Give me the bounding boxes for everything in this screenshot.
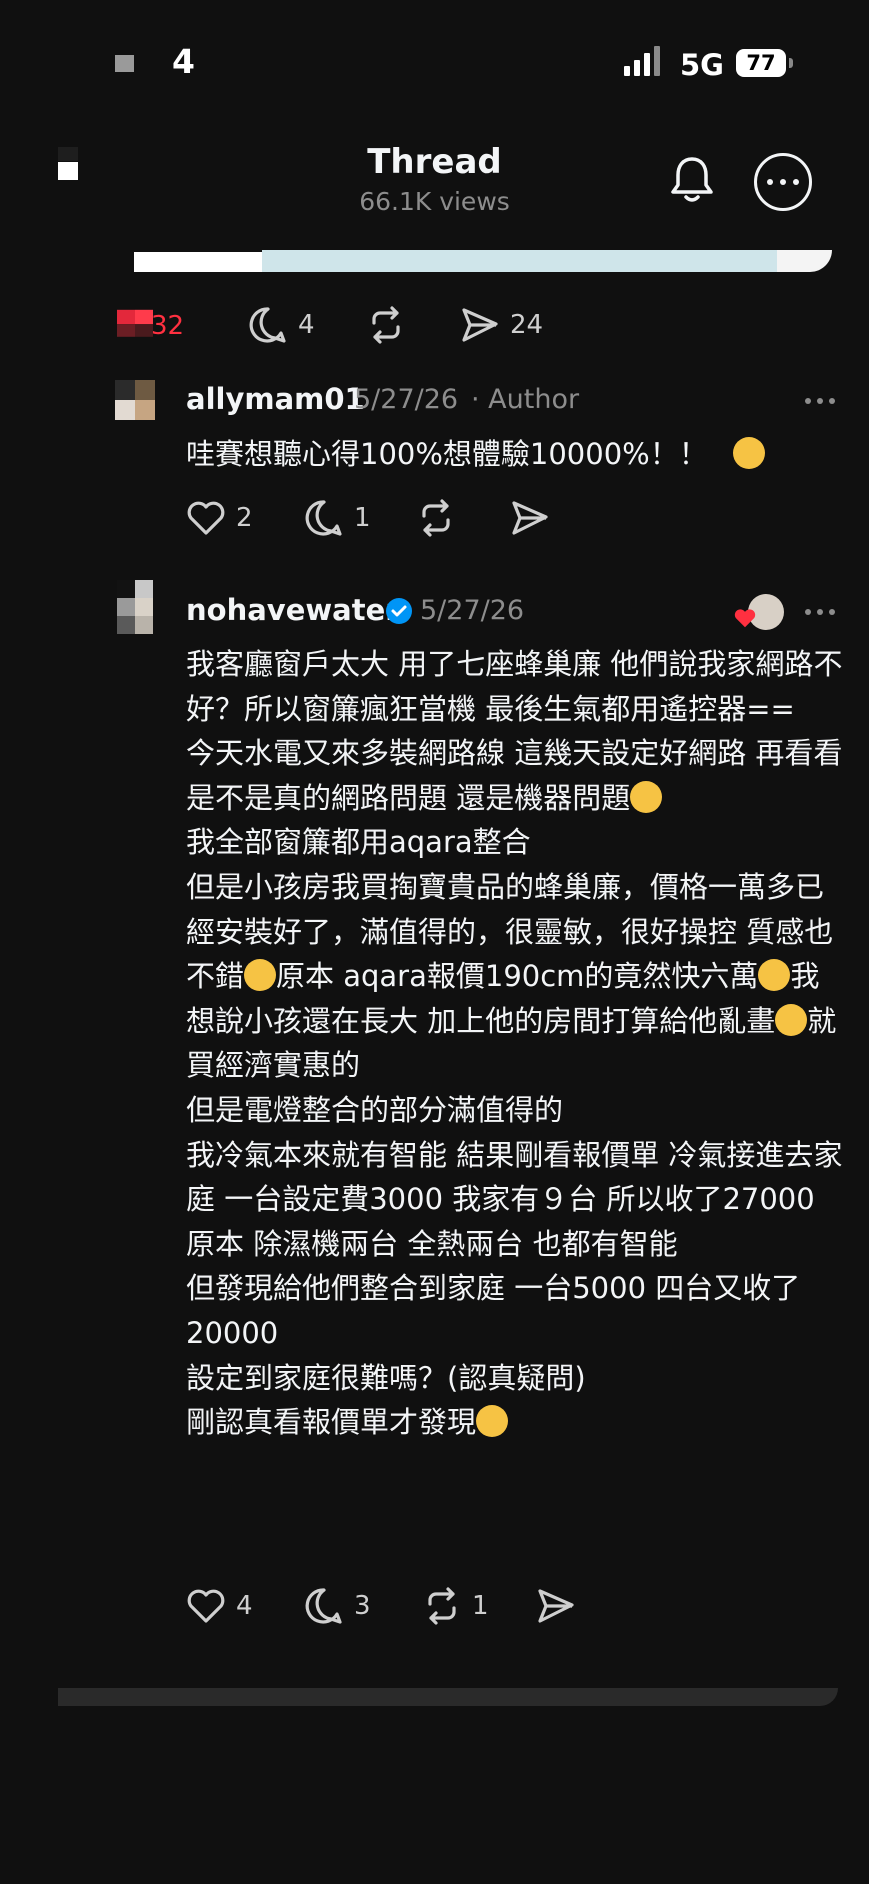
post-image-blue-area [262,250,777,272]
comment-paragraph-text: 今天水電又來多裝網路線 這幾天設定好網路 再看看是不是真的網路問題 還是機器問題 [186,736,843,815]
comment-like-button[interactable]: 2 [186,498,253,538]
bell-icon[interactable] [664,151,720,207]
tears-of-joy-emoji [476,1405,509,1438]
page-title: Thread [367,142,502,182]
status-bar-indicator [115,55,134,72]
more-options-button[interactable] [754,153,812,211]
comment-username[interactable]: allymam01 [186,382,365,416]
comment-like-button[interactable]: 4 [186,1586,253,1626]
comment-action-bar: 4 3 1 [0,1586,869,1628]
comment-more-button[interactable] [805,609,835,615]
comment-date: 5/27/26 [354,384,459,415]
comment-repost-count: 1 [472,1591,489,1621]
comment-paragraph: 原本 除濕機兩台 全熱兩台 也都有智能 [186,1226,678,1261]
comment-paragraph: 今天水電又來多裝網路線 這幾天設定好網路 再看看是不是真的網路問題 還是機器問題 [186,731,846,820]
repost-icon [422,499,450,537]
comment-paragraph: 我冷氣本來就有智能 結果剛看報價單 冷氣接進去家庭 一台設定費3000 我家有９… [186,1137,843,1217]
post-share-button[interactable]: 24 [460,305,543,345]
status-time: 4 [172,42,195,81]
repost-icon [428,1587,456,1625]
comment-paragraph: 我客廳窗戶太大 用了七座蜂巢廉 他們說我家網路不好？所以窗簾瘋狂當機 最後生氣都… [186,647,843,726]
repost-icon [372,306,400,344]
comment-share-button[interactable] [536,1586,576,1626]
reply-icon [305,1588,342,1624]
comment-more-button[interactable] [805,398,835,404]
battery-icon: 77 [736,49,786,77]
reply-icon [305,500,342,536]
tears-of-joy-emoji [775,1003,808,1036]
comment-paragraph: 剛認真看報價單才發現 [186,1400,846,1445]
post-like-button[interactable]: 32 [115,308,184,344]
comment-paragraph: 但發現給他們整合到家庭 一台5000 四台又收了20000 [186,1271,801,1350]
post-action-bar: 32 4 24 [0,300,869,350]
comment-repost-button[interactable] [416,498,456,538]
comment-paragraph: 但是電燈整合的部分滿值得的 [186,1092,564,1127]
heart-eyes-emoji [244,959,277,992]
battery-tip [789,58,793,68]
share-icon [512,501,548,535]
post-reply-count: 4 [298,310,315,340]
network-type: 5G [680,48,724,82]
comment-like-count: 2 [236,503,253,533]
comment-text: 我客廳窗戶太大 用了七座蜂巢廉 他們說我家網路不好？所以窗簾瘋狂當機 最後生氣都… [186,642,846,1445]
comment-text-content: 哇賽想聽心得100%想體驗10000%！！ [186,437,708,471]
post-share-count: 24 [510,310,544,340]
post-like-count: 32 [151,311,185,341]
comment-date: 5/27/26 [420,595,525,626]
pensive-face-emoji [630,780,663,813]
comment-reply-button[interactable]: 1 [304,498,371,538]
liked-by-author-avatar [734,594,784,630]
comment-like-count: 4 [236,1591,253,1621]
comment-reply-count: 1 [354,503,371,533]
comment-paragraph: 設定到家庭很難嗎？(認真疑問) [186,1360,586,1395]
post-repost-button[interactable] [366,305,406,345]
heart-filled-icon [117,309,153,337]
share-icon [538,1589,574,1623]
avatar[interactable] [115,580,155,634]
author-tag: · Author [471,384,580,415]
crying-face-emoji [758,959,791,992]
comment-paragraph: 我全部窗簾都用aqara整合 [186,825,531,860]
comment-text: 哇賽想聽心得100%想體驗10000%！！ [186,432,765,477]
share-icon [462,308,498,342]
avatar[interactable] [115,380,155,420]
heart-icon [187,501,225,535]
comment-username[interactable]: nohavewater [186,593,400,627]
comment-reply-button[interactable]: 3 [304,1586,371,1626]
comment-paragraph-text: 原本 aqara報價190cm的竟然快六萬 [276,959,759,994]
signal-icon [624,46,660,76]
comment-repost-button[interactable]: 1 [422,1586,489,1626]
verified-badge-icon [386,598,412,624]
reply-icon [249,307,286,343]
post-image-edge [777,250,832,272]
heart-icon [187,1589,225,1623]
next-item-edge [58,1688,838,1706]
comment-paragraph-text: 剛認真看報價單才發現 [186,1405,477,1440]
flushed-face-emoji [732,437,765,469]
post-image[interactable] [134,252,262,272]
comment-reply-count: 3 [354,1591,371,1621]
comment-share-button[interactable] [510,498,550,538]
heart-filled-icon [734,609,756,628]
comment-paragraph: 但是小孩房我買掏寶貴品的蜂巢廉，價格一萬多已經安裝好了，滿值得的，很靈敏，很好操… [186,865,846,1088]
post-reply-button[interactable]: 4 [248,305,315,345]
view-count: 66.1K views [359,187,510,216]
comment-action-bar: 2 1 [0,498,869,540]
